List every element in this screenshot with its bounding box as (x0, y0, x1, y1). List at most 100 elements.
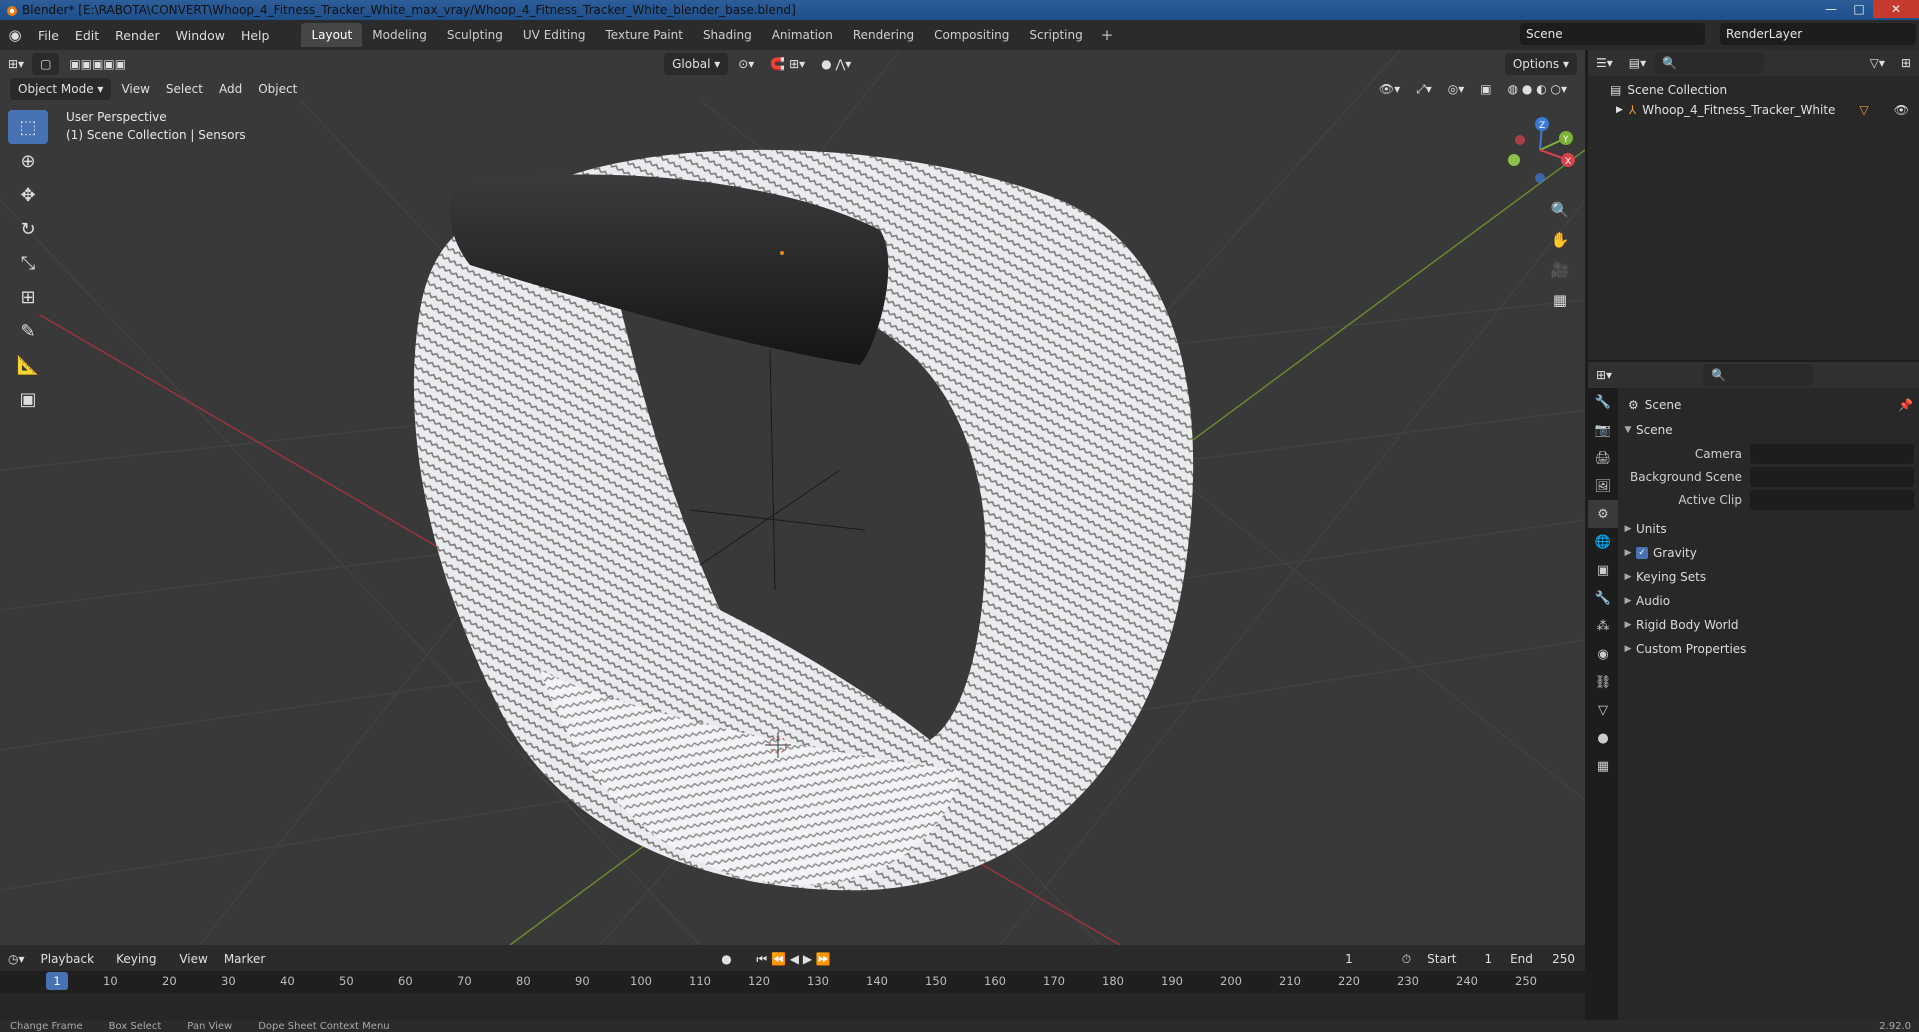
panel-audio[interactable]: ▶ Audio (1620, 590, 1919, 612)
expand-arrow-icon[interactable]: ▶ (1616, 105, 1623, 115)
tab-shading[interactable]: Shading (693, 23, 762, 47)
move-tool-icon[interactable]: ✥ (8, 178, 48, 212)
menu-playback[interactable]: Playback ▾ (33, 948, 109, 988)
measure-tool-icon[interactable]: 📐 (8, 348, 48, 382)
preview-range-icon[interactable]: ⏱ (1394, 948, 1419, 970)
physics-tab-icon[interactable]: ◉ (1588, 640, 1618, 668)
options-dropdown[interactable]: Options ▾ (1504, 53, 1577, 75)
menu-keying[interactable]: Keying ▾ (108, 948, 171, 988)
timeline-editor-icon[interactable]: ◷▾ (0, 948, 33, 970)
background-scene-field[interactable] (1750, 467, 1914, 487)
end-frame-field[interactable]: End 250 (1502, 948, 1583, 970)
outliner-editor-icon[interactable]: ☰▾ (1588, 52, 1621, 74)
tab-layout[interactable]: Layout (301, 23, 363, 47)
navigation-gizmo[interactable]: Z Y X (1500, 110, 1580, 190)
transform-tool-icon[interactable]: ⊞ (8, 280, 48, 314)
playback-controls[interactable]: ⏮ ⏪ ◀ ▶ ⏩ ⏭ (748, 948, 848, 988)
orientation-dropdown[interactable]: Global ▾ (664, 53, 729, 75)
menu-add[interactable]: Add (211, 78, 250, 100)
tool-tab-icon[interactable]: 🔧 (1588, 388, 1618, 416)
playhead[interactable]: 1 (46, 972, 68, 990)
3d-viewport[interactable]: ⊞▾ ▢ ▣▣▣▣▣ Global ▾ ⊙▾ 🧲 ⊞▾ ● ⋀▾ Options… (0, 50, 1585, 945)
editor-type-icon[interactable]: ⊞▾ (0, 53, 32, 75)
menu-select[interactable]: Select (158, 78, 211, 100)
tab-compositing[interactable]: Compositing (924, 23, 1019, 47)
renderlayer-selector[interactable]: RenderLayer (1720, 23, 1916, 45)
scale-tool-icon[interactable]: ⤡ (8, 246, 48, 280)
particles-tab-icon[interactable]: ⁂ (1588, 612, 1618, 640)
minimize-button[interactable]: — (1817, 0, 1845, 18)
tab-modeling[interactable]: Modeling (362, 23, 437, 47)
mode-dropdown[interactable]: Object Mode ▾ (10, 78, 112, 100)
menu-render[interactable]: Render (107, 28, 168, 43)
overlay-toggle-icon[interactable]: ◎▾ (1440, 78, 1473, 100)
outliner-search[interactable]: 🔍 (1654, 52, 1765, 74)
tab-sculpting[interactable]: Sculpting (437, 23, 513, 47)
modifier-tab-icon[interactable]: 🔧 (1588, 584, 1618, 612)
record-icon[interactable]: ● ▾ (713, 948, 748, 988)
add-cube-tool-icon[interactable]: ▣ (8, 382, 48, 416)
data-tab-icon[interactable]: ▽ (1588, 696, 1618, 724)
world-tab-icon[interactable]: 🌐 (1588, 528, 1618, 556)
tab-texture-paint[interactable]: Texture Paint (596, 23, 693, 47)
select-tool-icon[interactable]: ⬚ (8, 110, 48, 144)
tab-animation[interactable]: Animation (762, 23, 843, 47)
pin-icon[interactable]: 📌 (1898, 398, 1913, 412)
pan-hand-icon[interactable]: ✋ (1545, 225, 1575, 255)
menu-window[interactable]: Window (168, 28, 233, 43)
filter-icon[interactable]: ▽▾ (1862, 52, 1893, 74)
camera-view-icon[interactable]: 🎥 (1545, 255, 1575, 285)
properties-editor-icon[interactable]: ⊞▾ (1588, 364, 1620, 386)
display-mode-icon[interactable]: ▤▾ (1621, 52, 1654, 74)
properties-search[interactable]: 🔍 (1703, 364, 1813, 386)
menu-view[interactable]: View (113, 78, 157, 100)
blender-menu-icon[interactable]: ◉ (0, 26, 30, 44)
material-tab-icon[interactable]: ● (1588, 724, 1618, 752)
menu-timeline-view[interactable]: View (171, 948, 215, 970)
maximize-button[interactable]: □ (1845, 0, 1873, 18)
scene-selector[interactable]: Scene (1520, 23, 1705, 45)
rotate-tool-icon[interactable]: ↻ (8, 212, 48, 246)
snap-icon[interactable]: 🧲 ⊞▾ (762, 53, 813, 75)
visibility-icon[interactable]: 👁▾ (1371, 78, 1408, 100)
tab-uv-editing[interactable]: UV Editing (513, 23, 596, 47)
gizmo-toggle-icon[interactable]: ⤢▾ (1408, 78, 1440, 100)
gravity-checkbox[interactable]: ✓ (1636, 547, 1648, 559)
tab-rendering[interactable]: Rendering (843, 23, 924, 47)
panel-rigid-body-world[interactable]: ▶ Rigid Body World (1620, 614, 1919, 636)
output-tab-icon[interactable]: 🖨 (1588, 444, 1618, 472)
panel-keying-sets[interactable]: ▶ Keying Sets (1620, 566, 1919, 588)
menu-marker[interactable]: Marker (216, 948, 273, 970)
panel-units[interactable]: ▶ Units (1620, 518, 1919, 540)
start-frame-field[interactable]: Start 1 (1419, 948, 1501, 970)
current-frame-field[interactable]: 1 (1306, 948, 1392, 970)
object-tab-icon[interactable]: ▣ (1588, 556, 1618, 584)
texture-tab-icon[interactable]: ▦ (1588, 752, 1618, 780)
timeline-track-area[interactable] (0, 993, 1585, 1020)
zoom-icon[interactable]: 🔍 (1545, 195, 1575, 225)
active-clip-field[interactable] (1750, 490, 1914, 510)
menu-file[interactable]: File (30, 28, 67, 43)
view-layer-tab-icon[interactable]: 🖼 (1588, 472, 1618, 500)
panel-custom-properties[interactable]: ▶ Custom Properties (1620, 638, 1919, 660)
select-box-icons[interactable]: ▣▣▣▣▣ (61, 53, 134, 75)
panel-gravity[interactable]: ▶ ✓ Gravity (1620, 542, 1919, 564)
ortho-grid-icon[interactable]: ▦ (1545, 285, 1575, 315)
close-button[interactable]: ✕ (1873, 0, 1919, 18)
menu-help[interactable]: Help (233, 28, 278, 43)
visibility-eye-icon[interactable]: 👁 (1894, 103, 1909, 117)
annotate-tool-icon[interactable]: ✎ (8, 314, 48, 348)
render-tab-icon[interactable]: 📷 (1588, 416, 1618, 444)
outliner-scene-collection[interactable]: ▤ Scene Collection (1588, 80, 1919, 100)
pivot-icon[interactable]: ⊙▾ (730, 53, 762, 75)
xray-icon[interactable]: ▣ (1472, 78, 1499, 100)
select-mode-icon[interactable]: ▢ (32, 53, 60, 75)
new-collection-icon[interactable]: ⊞ (1893, 52, 1919, 74)
tab-scripting[interactable]: Scripting (1019, 23, 1092, 47)
menu-object[interactable]: Object (250, 78, 305, 100)
menu-edit[interactable]: Edit (67, 28, 107, 43)
camera-field[interactable] (1750, 444, 1914, 464)
cursor-tool-icon[interactable]: ⊕ (8, 144, 48, 178)
proportional-edit-icon[interactable]: ● ⋀▾ (813, 53, 859, 75)
scene-panel-header[interactable]: ▼ Scene (1620, 419, 1919, 441)
